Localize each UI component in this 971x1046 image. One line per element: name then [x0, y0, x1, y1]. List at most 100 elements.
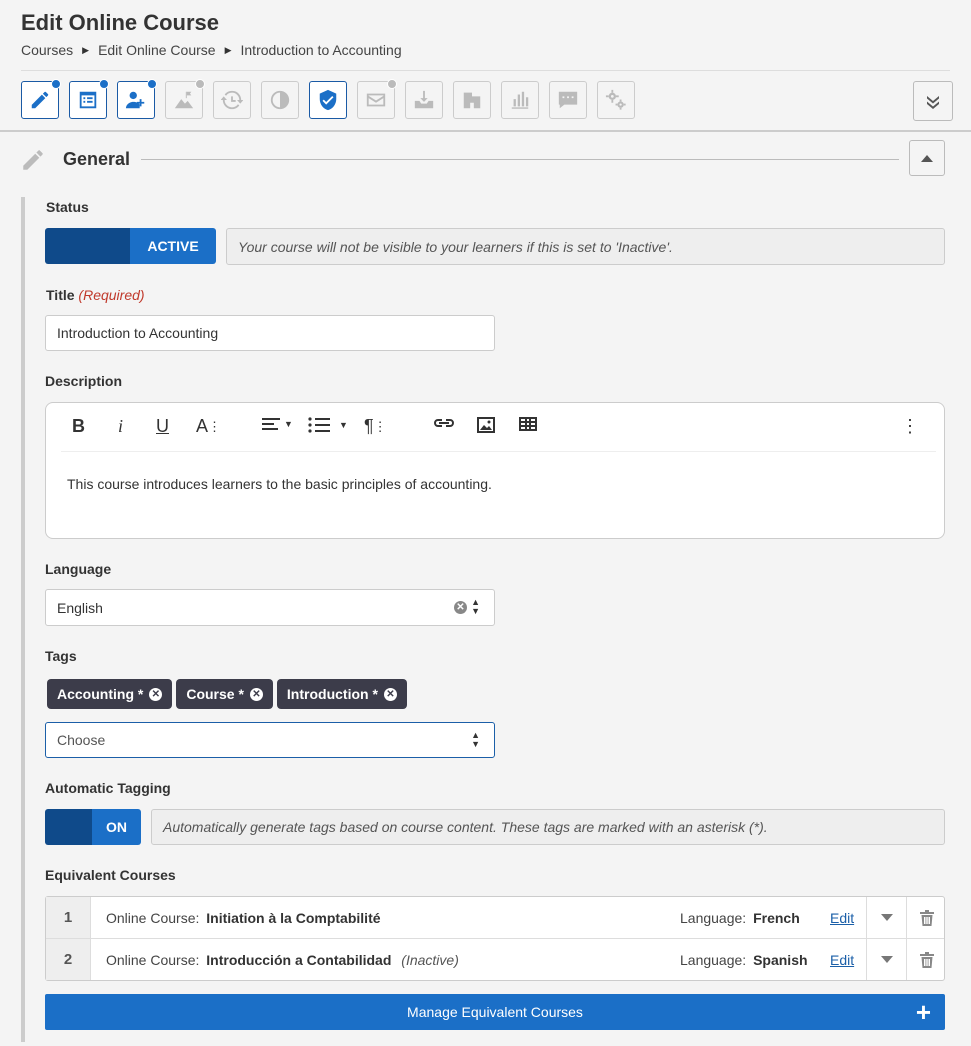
- title-label-text: Title: [46, 287, 75, 303]
- toggle-label: ON: [92, 809, 141, 845]
- align-icon[interactable]: ▼: [262, 416, 293, 432]
- mountain-flag-icon: [174, 91, 194, 109]
- notifications-button[interactable]: [357, 79, 397, 119]
- enrollment-button[interactable]: [117, 79, 157, 119]
- toolbar-divider: [0, 130, 971, 132]
- settings-button[interactable]: [597, 81, 635, 119]
- caret-right-icon: ▶: [82, 44, 90, 55]
- edit-link[interactable]: Edit: [830, 952, 854, 968]
- equivalent-courses-table: 1 Online Course: Initiation à la Comptab…: [45, 896, 945, 981]
- paragraph-icon[interactable]: ¶ ⋮: [364, 416, 387, 437]
- theme-button[interactable]: [261, 81, 299, 119]
- image-icon[interactable]: [476, 416, 496, 434]
- breadcrumb-item-courses[interactable]: Courses: [21, 42, 73, 58]
- expand-all-button[interactable]: [913, 81, 953, 121]
- export-button[interactable]: [405, 81, 443, 119]
- collapse-section-button[interactable]: [909, 140, 945, 176]
- security-button[interactable]: [309, 81, 347, 119]
- language-name: French: [753, 909, 800, 926]
- add-user-icon: [125, 91, 145, 109]
- inbox-download-icon: [414, 90, 434, 109]
- description-text[interactable]: This course introduces learners to the b…: [67, 476, 492, 492]
- editor-toolbar: B i U A ⋮ ▼ ▼ ¶ ⋮ ⋮: [46, 403, 944, 451]
- language-name: Spanish: [753, 951, 808, 968]
- content-list-button[interactable]: [69, 79, 109, 119]
- toggle-track: [45, 228, 130, 264]
- list-icon: [79, 91, 97, 109]
- delete-button[interactable]: [906, 939, 947, 980]
- language-value: English: [57, 599, 103, 616]
- breadcrumb-item-edit-online-course[interactable]: Edit Online Course: [98, 42, 216, 58]
- italic-icon[interactable]: i: [118, 416, 123, 437]
- tag-chip: Accounting * ✕: [47, 679, 173, 709]
- title-label: Title (Required): [46, 287, 145, 303]
- page-title: Edit Online Course: [21, 10, 220, 35]
- remove-tag-icon[interactable]: ✕: [383, 687, 397, 701]
- toggle-track: [45, 809, 92, 845]
- tag-label: Course *: [186, 686, 244, 702]
- organization-button[interactable]: [453, 81, 491, 119]
- required-indicator: (Required): [78, 287, 145, 303]
- tag-list: Accounting * ✕ Course * ✕ Introduction *…: [47, 679, 407, 709]
- gears-icon: [605, 89, 626, 110]
- title-input[interactable]: Introduction to Accounting: [45, 315, 495, 351]
- table-icon[interactable]: [518, 416, 538, 432]
- language-select[interactable]: English ✕ ▲ ▼: [45, 589, 495, 626]
- language-label: Language: [45, 561, 112, 577]
- edit-link[interactable]: Edit: [830, 910, 854, 926]
- tags-label: Tags: [45, 648, 77, 664]
- more-vertical-icon[interactable]: ⋮: [901, 416, 919, 437]
- inactive-badge: (Inactive): [401, 951, 459, 968]
- auto-tagging-toggle[interactable]: ON: [45, 809, 141, 845]
- tags-placeholder: Choose: [57, 732, 106, 748]
- bar-chart-icon: [511, 91, 529, 109]
- delete-button[interactable]: [906, 897, 947, 938]
- edit-general-button[interactable]: [21, 79, 61, 119]
- comments-button[interactable]: [549, 81, 587, 119]
- equivalent-courses-label: Equivalent Courses: [45, 867, 176, 883]
- completion-button[interactable]: [165, 79, 205, 119]
- status-toggle[interactable]: ACTIVE: [45, 228, 216, 264]
- row-number: 1: [46, 897, 91, 938]
- tag-chip: Course * ✕: [176, 679, 273, 709]
- language-prefix: Language:: [680, 951, 747, 968]
- plus-icon: +: [915, 997, 931, 1027]
- toggle-label: ACTIVE: [130, 228, 216, 264]
- reports-button[interactable]: [501, 81, 539, 119]
- table-row: 1 Online Course: Initiation à la Comptab…: [46, 897, 944, 939]
- course-type: Online Course:: [106, 909, 200, 926]
- font-size-icon[interactable]: A ⋮: [196, 416, 221, 437]
- remove-tag-icon[interactable]: ✕: [249, 687, 263, 701]
- status-dot: [387, 79, 397, 89]
- course-type: Online Course:: [106, 951, 200, 968]
- caret-down-icon: [881, 956, 893, 963]
- caret-right-icon: ▶: [224, 44, 232, 55]
- refresh-clock-icon: [221, 90, 243, 110]
- link-icon[interactable]: [433, 416, 455, 430]
- status-dot: [147, 79, 157, 89]
- course-cell: Online Course: Introducción a Contabilid…: [106, 952, 459, 968]
- recurrence-button[interactable]: [213, 81, 251, 119]
- contrast-icon: [270, 90, 290, 110]
- building-icon: [463, 92, 481, 109]
- status-dot: [195, 79, 205, 89]
- clear-icon[interactable]: ✕: [454, 601, 467, 614]
- row-dropdown-button[interactable]: [866, 939, 907, 980]
- auto-tagging-label: Automatic Tagging: [45, 780, 171, 796]
- tags-select[interactable]: Choose ▲ ▼: [45, 722, 495, 758]
- language-cell: Language: Spanish: [680, 952, 808, 968]
- section-title: General: [63, 149, 131, 169]
- status-dot: [99, 79, 109, 89]
- row-number: 2: [46, 939, 91, 980]
- bold-icon[interactable]: B: [72, 416, 85, 437]
- remove-tag-icon[interactable]: ✕: [149, 687, 163, 701]
- row-dropdown-button[interactable]: [866, 897, 907, 938]
- course-toolbar: [21, 79, 635, 119]
- underline-icon[interactable]: U: [156, 416, 169, 437]
- ordered-list-icon[interactable]: ▼: [308, 416, 348, 434]
- sort-arrows-icon: ▲ ▼: [471, 597, 480, 616]
- description-label: Description: [45, 373, 123, 389]
- description-editor: B i U A ⋮ ▼ ▼ ¶ ⋮ ⋮ This course introduces…: [45, 402, 945, 539]
- manage-equivalent-courses-button[interactable]: Manage Equivalent Courses +: [45, 994, 945, 1030]
- pencil-icon: [20, 147, 46, 178]
